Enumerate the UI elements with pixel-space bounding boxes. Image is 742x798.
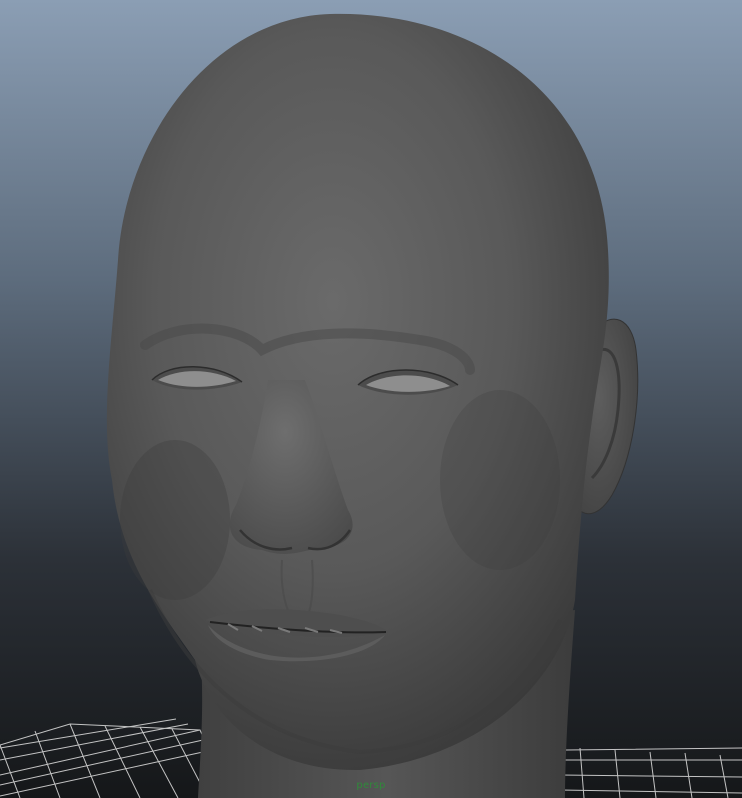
camera-name-label: persp [356, 780, 386, 791]
left-cheek-shadow [120, 440, 230, 600]
persp-viewport[interactable]: persp [0, 0, 742, 798]
viewport-scene[interactable] [0, 0, 742, 798]
right-cheek-shadow [440, 390, 560, 570]
